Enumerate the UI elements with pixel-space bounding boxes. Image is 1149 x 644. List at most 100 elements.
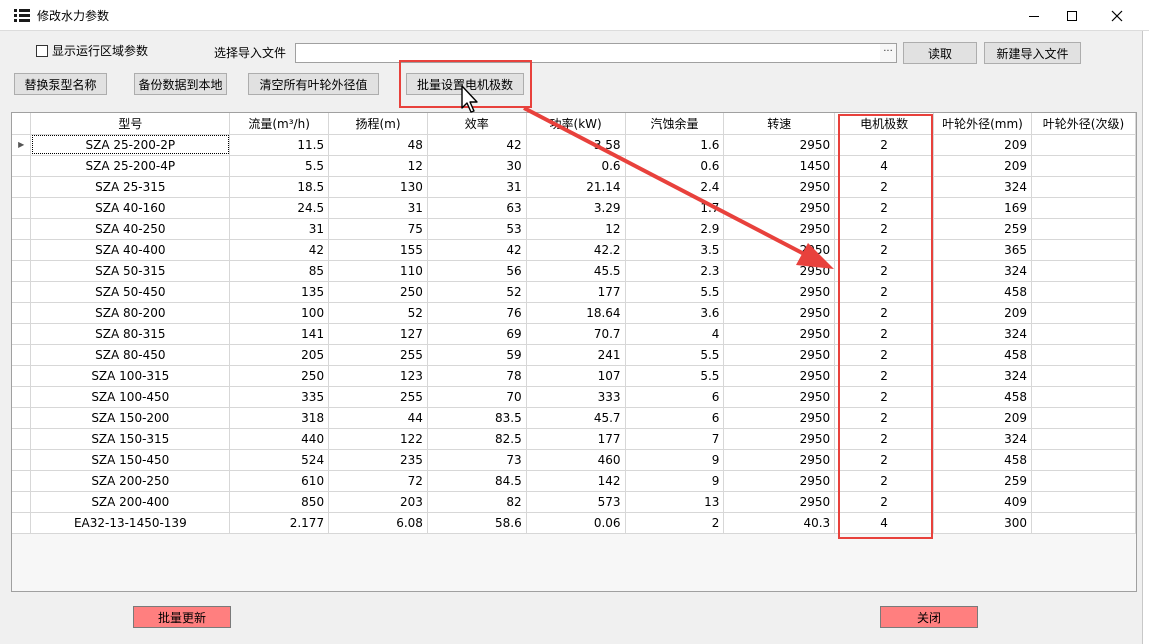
flow-cell[interactable]: 135 (229, 281, 330, 303)
npsh-cell[interactable]: 1.6 (625, 134, 725, 156)
table-row[interactable]: SZA 100-450 335 255 70 333 6 2950 2 458 (12, 386, 1137, 408)
flow-cell[interactable]: 335 (229, 386, 330, 408)
impeller-diameter-secondary-cell[interactable] (1031, 134, 1137, 156)
flow-cell[interactable]: 42 (229, 239, 330, 261)
flow-cell[interactable]: 24.5 (229, 197, 330, 219)
npsh-cell[interactable]: 5.5 (625, 344, 725, 366)
power-cell[interactable]: 45.5 (526, 260, 626, 282)
speed-cell[interactable]: 2950 (723, 260, 836, 282)
column-header[interactable]: 型号 (30, 113, 231, 135)
efficiency-cell[interactable]: 70 (427, 386, 527, 408)
impeller-diameter-cell[interactable]: 259 (933, 218, 1032, 240)
column-header[interactable]: 叶轮外径(mm) (933, 113, 1032, 135)
impeller-diameter-secondary-cell[interactable] (1031, 281, 1137, 303)
flow-cell[interactable]: 85 (229, 260, 330, 282)
speed-cell[interactable]: 40.3 (723, 512, 836, 534)
speed-cell[interactable]: 2950 (723, 428, 836, 450)
speed-cell[interactable]: 2950 (723, 323, 836, 345)
impeller-diameter-cell[interactable]: 324 (933, 428, 1032, 450)
impeller-diameter-cell[interactable]: 300 (933, 512, 1032, 534)
power-cell[interactable]: 3.29 (526, 197, 626, 219)
speed-cell[interactable]: 2950 (723, 197, 836, 219)
column-header[interactable]: 效率 (427, 113, 527, 135)
impeller-diameter-secondary-cell[interactable] (1031, 491, 1137, 513)
checkbox-box[interactable] (36, 44, 48, 57)
efficiency-cell[interactable]: 82.5 (427, 428, 527, 450)
impeller-diameter-cell[interactable]: 324 (933, 260, 1032, 282)
efficiency-cell[interactable]: 63 (427, 197, 527, 219)
column-header[interactable]: 转速 (723, 113, 836, 135)
close-button[interactable]: 关闭 (880, 606, 978, 628)
head-cell[interactable]: 155 (328, 239, 428, 261)
impeller-diameter-cell[interactable]: 324 (933, 323, 1032, 345)
head-cell[interactable]: 250 (328, 281, 428, 303)
impeller-diameter-secondary-cell[interactable] (1031, 512, 1137, 534)
model-cell[interactable]: SZA 50-450 (30, 281, 231, 303)
impeller-diameter-secondary-cell[interactable] (1031, 155, 1137, 177)
import-file-input[interactable] (295, 43, 881, 63)
model-cell[interactable]: SZA 40-250 (30, 218, 231, 240)
power-cell[interactable]: 241 (526, 344, 626, 366)
table-row[interactable]: SZA 40-160 24.5 31 63 3.29 1.7 2950 2 169 (12, 197, 1137, 219)
head-cell[interactable]: 122 (328, 428, 428, 450)
npsh-cell[interactable]: 2.4 (625, 176, 725, 198)
flow-cell[interactable]: 850 (229, 491, 330, 513)
table-row[interactable]: SZA 100-315 250 123 78 107 5.5 2950 2 324 (12, 365, 1137, 387)
impeller-diameter-cell[interactable]: 324 (933, 365, 1032, 387)
impeller-diameter-secondary-cell[interactable] (1031, 428, 1137, 450)
power-cell[interactable]: 70.7 (526, 323, 626, 345)
impeller-diameter-secondary-cell[interactable] (1031, 323, 1137, 345)
power-cell[interactable]: 333 (526, 386, 626, 408)
impeller-diameter-secondary-cell[interactable] (1031, 344, 1137, 366)
efficiency-cell[interactable]: 31 (427, 176, 527, 198)
row-header[interactable] (12, 323, 32, 345)
table-row[interactable]: SZA 40-400 42 155 42 42.2 3.5 2950 2 365 (12, 239, 1137, 261)
head-cell[interactable]: 31 (328, 197, 428, 219)
flow-cell[interactable]: 5.5 (229, 155, 330, 177)
backup-data-button[interactable]: 备份数据到本地 (134, 73, 227, 95)
efficiency-cell[interactable]: 58.6 (427, 512, 527, 534)
head-cell[interactable]: 255 (328, 386, 428, 408)
model-cell[interactable]: SZA 50-315 (30, 260, 231, 282)
power-cell[interactable]: 0.6 (526, 155, 626, 177)
impeller-diameter-cell[interactable]: 259 (933, 470, 1032, 492)
flow-cell[interactable]: 18.5 (229, 176, 330, 198)
head-cell[interactable]: 6.08 (328, 512, 428, 534)
speed-cell[interactable]: 2950 (723, 281, 836, 303)
row-header[interactable] (12, 491, 32, 513)
read-button[interactable]: 读取 (903, 42, 977, 64)
speed-cell[interactable]: 2950 (723, 239, 836, 261)
row-header[interactable] (12, 239, 32, 261)
flow-cell[interactable]: 141 (229, 323, 330, 345)
flow-cell[interactable]: 610 (229, 470, 330, 492)
flow-cell[interactable]: 100 (229, 302, 330, 324)
impeller-diameter-secondary-cell[interactable] (1031, 407, 1137, 429)
npsh-cell[interactable]: 9 (625, 470, 725, 492)
table-row[interactable]: SZA 80-450 205 255 59 241 5.5 2950 2 458 (12, 344, 1137, 366)
impeller-diameter-secondary-cell[interactable] (1031, 386, 1137, 408)
power-cell[interactable]: 12 (526, 218, 626, 240)
npsh-cell[interactable]: 5.5 (625, 281, 725, 303)
npsh-cell[interactable]: 2.3 (625, 260, 725, 282)
efficiency-cell[interactable]: 69 (427, 323, 527, 345)
table-row[interactable]: SZA 150-200 318 44 83.5 45.7 6 2950 2 209 (12, 407, 1137, 429)
head-cell[interactable]: 127 (328, 323, 428, 345)
head-cell[interactable]: 52 (328, 302, 428, 324)
speed-cell[interactable]: 2950 (723, 365, 836, 387)
impeller-diameter-cell[interactable]: 458 (933, 281, 1032, 303)
row-header[interactable]: ▶ (12, 134, 32, 156)
speed-cell[interactable]: 2950 (723, 407, 836, 429)
column-header[interactable]: 流量(m³/h) (229, 113, 330, 135)
table-row[interactable]: SZA 80-200 100 52 76 18.64 3.6 2950 2 209 (12, 302, 1137, 324)
clear-impeller-diameter-button[interactable]: 清空所有叶轮外径值 (248, 73, 379, 95)
power-cell[interactable]: 107 (526, 365, 626, 387)
row-header[interactable] (12, 449, 32, 471)
row-header[interactable] (12, 512, 32, 534)
model-cell[interactable]: SZA 150-200 (30, 407, 231, 429)
impeller-diameter-cell[interactable]: 209 (933, 134, 1032, 156)
npsh-cell[interactable]: 2.9 (625, 218, 725, 240)
model-cell[interactable]: SZA 80-450 (30, 344, 231, 366)
speed-cell[interactable]: 2950 (723, 344, 836, 366)
impeller-diameter-secondary-cell[interactable] (1031, 218, 1137, 240)
row-header[interactable] (12, 428, 32, 450)
